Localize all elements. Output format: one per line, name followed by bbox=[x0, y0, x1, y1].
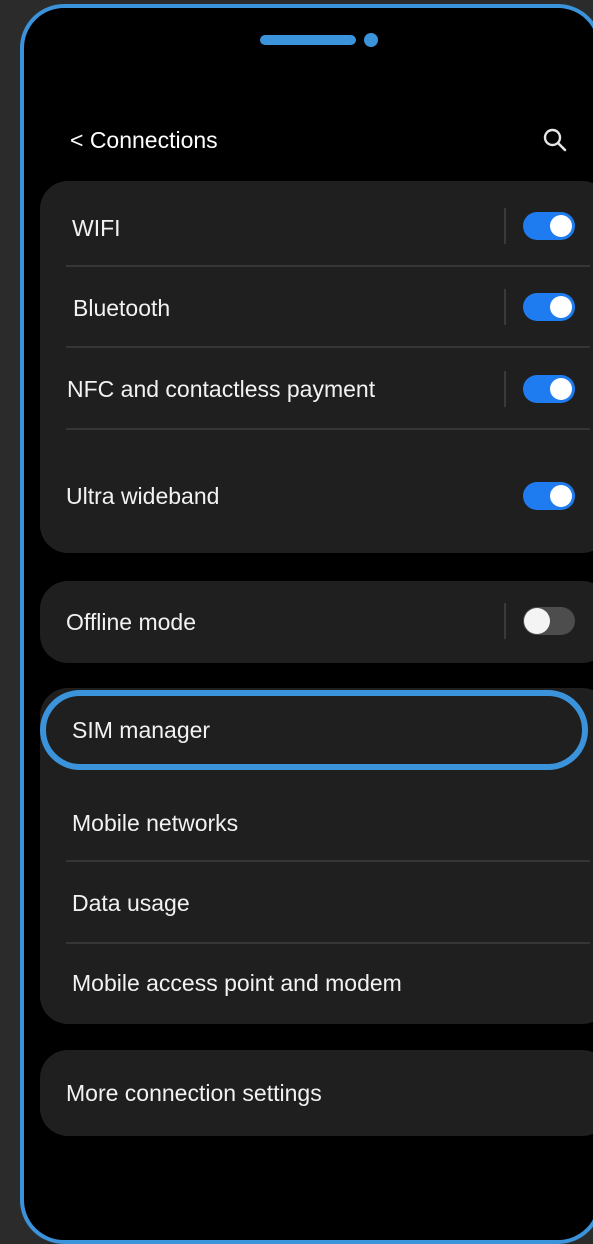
nfc-row[interactable]: NFC and contactless payment bbox=[40, 353, 593, 425]
search-icon[interactable] bbox=[540, 125, 570, 155]
offline-mode-row[interactable]: Offline mode bbox=[40, 581, 593, 663]
mobile-networks-row[interactable]: Mobile networks bbox=[40, 788, 593, 858]
offline-mode-card: Offline mode bbox=[40, 581, 593, 663]
sim-manager-label: SIM manager bbox=[72, 716, 211, 743]
camera-dot bbox=[364, 33, 378, 47]
ultra-wideband-row[interactable]: Ultra wideband bbox=[40, 461, 593, 531]
ultra-wideband-toggle[interactable] bbox=[523, 482, 575, 510]
more-connection-settings-row[interactable]: More connection settings bbox=[40, 1050, 593, 1136]
more-settings-card: More connection settings bbox=[40, 1050, 593, 1136]
divider bbox=[66, 346, 590, 348]
nfc-toggle[interactable] bbox=[523, 375, 575, 403]
offline-mode-toggle[interactable] bbox=[523, 607, 575, 635]
sim-network-card: SIM manager Mobile networks Data usage M… bbox=[40, 688, 593, 1024]
wifi-separator bbox=[504, 208, 506, 244]
nfc-label: NFC and contactless payment bbox=[67, 375, 376, 402]
back-link-connections[interactable]: < Connections bbox=[70, 127, 218, 154]
bluetooth-label: Bluetooth bbox=[73, 294, 171, 321]
bluetooth-row[interactable]: Bluetooth bbox=[40, 273, 593, 343]
divider bbox=[66, 428, 590, 430]
divider bbox=[66, 860, 590, 862]
offline-separator bbox=[504, 603, 506, 639]
phone-frame: < Connections WIFI Bluetooth NFC and con… bbox=[20, 4, 593, 1244]
bluetooth-toggle[interactable] bbox=[523, 293, 575, 321]
mobile-access-point-label: Mobile access point and modem bbox=[72, 969, 402, 996]
data-usage-label: Data usage bbox=[72, 889, 190, 916]
ultra-wideband-label: Ultra wideband bbox=[66, 482, 220, 509]
mobile-networks-label: Mobile networks bbox=[72, 809, 239, 836]
offline-mode-label: Offline mode bbox=[66, 608, 196, 635]
page-header: < Connections bbox=[70, 120, 570, 160]
sim-manager-row[interactable]: SIM manager bbox=[40, 688, 593, 772]
wifi-row[interactable]: WIFI bbox=[40, 193, 593, 263]
wifi-label: WIFI bbox=[72, 214, 121, 241]
status-pill bbox=[260, 35, 356, 45]
nfc-separator bbox=[504, 371, 506, 407]
divider bbox=[66, 265, 590, 267]
more-connection-settings-label: More connection settings bbox=[66, 1079, 322, 1106]
bluetooth-separator bbox=[504, 289, 506, 325]
mobile-access-point-row[interactable]: Mobile access point and modem bbox=[40, 948, 593, 1018]
divider bbox=[66, 942, 590, 944]
wifi-toggle[interactable] bbox=[523, 212, 575, 240]
connections-toggles-card: WIFI Bluetooth NFC and contactless payme… bbox=[40, 181, 593, 553]
data-usage-row[interactable]: Data usage bbox=[40, 868, 593, 938]
